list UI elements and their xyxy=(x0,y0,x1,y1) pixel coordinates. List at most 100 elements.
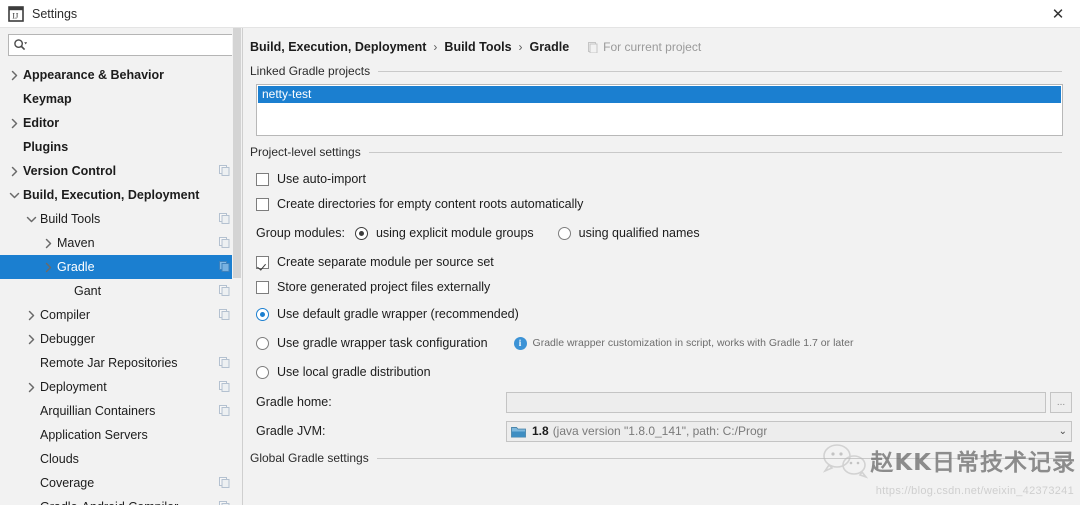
close-icon[interactable]: ✕ xyxy=(1036,0,1080,28)
search-container xyxy=(0,28,242,63)
sidebar-item-gant[interactable]: Gant xyxy=(0,279,242,303)
sidebar-item-remote-jar-repositories[interactable]: Remote Jar Repositories xyxy=(0,351,242,375)
sidebar-item-application-servers[interactable]: Application Servers xyxy=(0,423,242,447)
list-item[interactable]: netty-test xyxy=(258,86,1061,103)
radio-wrapper-task-configuration[interactable] xyxy=(256,337,269,350)
wrapper-hint-text: Gradle wrapper customization in script, … xyxy=(533,337,854,349)
sidebar-item-debugger[interactable]: Debugger xyxy=(0,327,242,351)
radio-using-qualified-names[interactable] xyxy=(558,227,571,240)
sidebar-item-version-control[interactable]: Version Control xyxy=(0,159,242,183)
chevron-down-icon[interactable] xyxy=(26,214,37,225)
gradle-home-input[interactable] xyxy=(506,392,1046,413)
sidebar-item-label: Editor xyxy=(23,116,59,130)
sidebar-item-keymap[interactable]: Keymap xyxy=(0,87,242,111)
group-linked-projects-label: Linked Gradle projects xyxy=(250,64,370,78)
radio-label: using qualified names xyxy=(579,226,700,240)
option-default-gradle-wrapper[interactable]: Use default gradle wrapper (recommended) xyxy=(256,306,1080,322)
gradle-jvm-dropdown[interactable]: 1.8 (java version "1.8.0_141", path: C:/… xyxy=(506,421,1072,442)
sidebar-item-label: Deployment xyxy=(40,380,107,394)
gradle-home-row: Gradle home: ... xyxy=(256,391,1080,413)
chevron-right-icon[interactable] xyxy=(26,334,37,345)
copy-settings-icon[interactable] xyxy=(219,237,230,248)
copy-settings-icon[interactable] xyxy=(219,405,230,416)
checkbox-create-separate-module[interactable] xyxy=(256,256,269,269)
sidebar-item-build-execution-deployment[interactable]: Build, Execution, Deployment xyxy=(0,183,242,207)
breadcrumb-item-1[interactable]: Build Tools xyxy=(444,40,511,54)
linked-projects-list[interactable]: netty-test xyxy=(256,84,1063,136)
chevron-right-icon[interactable] xyxy=(26,310,37,321)
copy-settings-icon[interactable] xyxy=(219,381,230,392)
option-local-gradle-distribution[interactable]: Use local gradle distribution xyxy=(256,364,1080,380)
sidebar-item-label: Remote Jar Repositories xyxy=(40,356,178,370)
sidebar-item-compiler[interactable]: Compiler xyxy=(0,303,242,327)
radio-using-explicit-module-groups[interactable] xyxy=(355,227,368,240)
copy-settings-icon[interactable] xyxy=(219,501,230,505)
checkbox-use-auto-import[interactable] xyxy=(256,173,269,186)
option-create-separate-module[interactable]: Create separate module per source set xyxy=(256,254,1080,270)
chevron-right-icon[interactable] xyxy=(9,118,20,129)
radio-local-gradle-distribution[interactable] xyxy=(256,366,269,379)
copy-settings-icon[interactable] xyxy=(219,477,230,488)
sidebar-scrollbar-track[interactable] xyxy=(232,28,242,505)
sidebar-item-label: Gradle xyxy=(57,260,95,274)
sidebar-item-arquillian-containers[interactable]: Arquillian Containers xyxy=(0,399,242,423)
chevron-right-icon[interactable] xyxy=(26,382,37,393)
chevron-right-icon[interactable] xyxy=(43,238,54,249)
chevron-right-icon[interactable] xyxy=(9,166,20,177)
group-project-level-label: Project-level settings xyxy=(250,145,361,159)
breadcrumb: Build, Execution, Deployment › Build Too… xyxy=(243,28,1080,56)
settings-sidebar: Appearance & Behavior Keymap Editor Plugins… xyxy=(0,28,243,505)
project-scope-icon xyxy=(587,42,598,53)
chevron-right-icon[interactable] xyxy=(43,262,54,273)
sidebar-item-appearance-behavior[interactable]: Appearance & Behavior xyxy=(0,63,242,87)
sidebar-item-maven[interactable]: Maven xyxy=(0,231,242,255)
sidebar-item-label: Coverage xyxy=(40,476,94,490)
radio-label: Use local gradle distribution xyxy=(277,365,431,379)
sidebar-scrollbar-thumb[interactable] xyxy=(233,28,241,278)
sidebar-item-deployment[interactable]: Deployment xyxy=(0,375,242,399)
copy-settings-icon[interactable] xyxy=(219,165,230,176)
chevron-down-icon[interactable]: ⌄ xyxy=(1053,426,1067,437)
sidebar-item-label: Keymap xyxy=(23,92,72,106)
breadcrumb-item-2[interactable]: Gradle xyxy=(530,40,570,54)
sidebar-item-editor[interactable]: Editor xyxy=(0,111,242,135)
sidebar-item-label: Arquillian Containers xyxy=(40,404,155,418)
sidebar-item-label: Debugger xyxy=(40,332,95,346)
gradle-jvm-label: Gradle JVM: xyxy=(256,424,506,438)
option-use-auto-import[interactable]: Use auto-import xyxy=(256,171,1080,187)
copy-settings-icon[interactable] xyxy=(219,285,230,296)
chevron-down-icon[interactable] xyxy=(9,190,20,201)
breadcrumb-separator: › xyxy=(433,40,437,54)
sidebar-item-build-tools[interactable]: Build Tools xyxy=(0,207,242,231)
search-input[interactable] xyxy=(30,37,229,53)
watermark-url: https://blog.csdn.net/weixin_42373241 xyxy=(876,485,1074,497)
group-project-level: Project-level settings xyxy=(250,145,1062,159)
option-label: Create directories for empty content roo… xyxy=(277,197,583,211)
sidebar-item-gradle-android-compiler[interactable]: Gradle-Android Compiler xyxy=(0,495,242,505)
copy-settings-icon[interactable] xyxy=(219,357,230,368)
checkbox-store-generated-externally[interactable] xyxy=(256,281,269,294)
sidebar-item-clouds[interactable]: Clouds xyxy=(0,447,242,471)
option-create-directories[interactable]: Create directories for empty content roo… xyxy=(256,196,1080,212)
gradle-jvm-row: Gradle JVM: 1.8 (java version "1.8.0_141… xyxy=(256,420,1080,442)
copy-settings-icon[interactable] xyxy=(219,213,230,224)
option-wrapper-task-configuration[interactable]: Use gradle wrapper task configuration i … xyxy=(256,335,1080,351)
group-divider xyxy=(378,71,1062,72)
sidebar-item-coverage[interactable]: Coverage xyxy=(0,471,242,495)
option-store-generated-externally[interactable]: Store generated project files externally xyxy=(256,279,1080,295)
sidebar-item-plugins[interactable]: Plugins xyxy=(0,135,242,159)
radio-default-gradle-wrapper[interactable] xyxy=(256,308,269,321)
chevron-right-icon[interactable] xyxy=(9,70,20,81)
group-global-settings-label: Global Gradle settings xyxy=(250,451,369,465)
ellipsis-browse-icon[interactable]: ... xyxy=(1050,392,1072,413)
copy-settings-icon[interactable] xyxy=(219,261,230,272)
breadcrumb-item-0[interactable]: Build, Execution, Deployment xyxy=(250,40,426,54)
search-icon xyxy=(13,38,27,52)
sidebar-item-label: Application Servers xyxy=(40,428,148,442)
search-box[interactable] xyxy=(8,34,234,56)
sidebar-item-gradle[interactable]: Gradle xyxy=(0,255,242,279)
checkbox-create-directories[interactable] xyxy=(256,198,269,211)
copy-settings-icon[interactable] xyxy=(219,309,230,320)
option-label: Use auto-import xyxy=(277,172,366,186)
scope-note-label: For current project xyxy=(603,40,701,54)
